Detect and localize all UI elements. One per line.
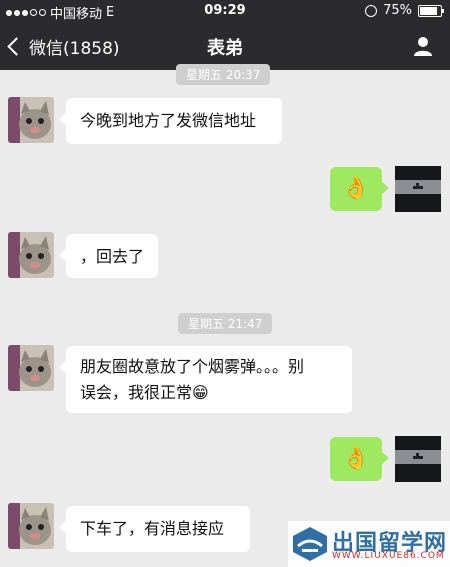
grin-emoji: 😁 <box>192 383 209 402</box>
battery-icon <box>418 4 444 17</box>
message-bubble[interactable]: 朋友圈故意放了个烟雾弹。。。别 误会，我很正常😁 <box>59 346 352 413</box>
message-bubble[interactable]: 下车了，有消息接应 <box>59 506 250 552</box>
avatar[interactable] <box>8 345 54 391</box>
message-text: 下车了，有消息接应 <box>80 519 225 538</box>
chat-title: 表弟 <box>207 38 243 59</box>
my-message-bubble[interactable]: 👌 <box>330 437 389 481</box>
message-text-line: 朋友圈故意放了个烟雾弹。。。别 <box>80 357 305 376</box>
my-avatar[interactable] <box>395 436 441 482</box>
message-bubble[interactable]: 今晚到地方了发微信地址 <box>59 98 282 144</box>
time-divider: 星期五 21:47 <box>178 313 273 334</box>
avatar[interactable] <box>8 232 54 278</box>
contact-info-icon[interactable] <box>412 35 434 57</box>
avatar[interactable] <box>8 503 54 549</box>
my-message-bubble[interactable]: 👌 <box>330 167 389 211</box>
site-logo-icon <box>293 527 327 561</box>
boat-photo-icon <box>395 166 441 212</box>
my-avatar[interactable] <box>395 166 441 212</box>
ok-hand-emoji: 👌 <box>342 446 370 471</box>
cat-avatar-icon <box>8 232 54 278</box>
avatar[interactable] <box>8 97 54 143</box>
message-bubble[interactable]: ，回去了 <box>59 234 158 278</box>
status-right: 75% <box>365 3 444 18</box>
status-bar: 中国移动 E 09:29 75% <box>0 0 450 22</box>
message-text-line: 误会，我很正常😁 <box>80 380 338 406</box>
time-divider: 星期五 20:37 <box>176 64 271 85</box>
battery-percent: 75% <box>383 3 412 18</box>
cat-avatar-icon <box>8 97 54 143</box>
nav-bar: 微信(1858) 表弟 <box>0 22 450 70</box>
watermark-url: WWW.LIUXUE86.COM <box>332 551 445 561</box>
boat-photo-icon <box>395 436 441 482</box>
ok-hand-emoji: 👌 <box>342 176 370 201</box>
rotation-lock-icon <box>365 4 378 17</box>
watermark: 出国留学网 WWW.LIUXUE86.COM <box>288 521 450 567</box>
message-text: 误会，我很正常 <box>80 383 193 402</box>
cat-avatar-icon <box>8 345 54 391</box>
cat-avatar-icon <box>8 503 54 549</box>
message-text: 今晚到地方了发微信地址 <box>80 111 257 130</box>
message-text: ，回去了 <box>80 247 145 266</box>
